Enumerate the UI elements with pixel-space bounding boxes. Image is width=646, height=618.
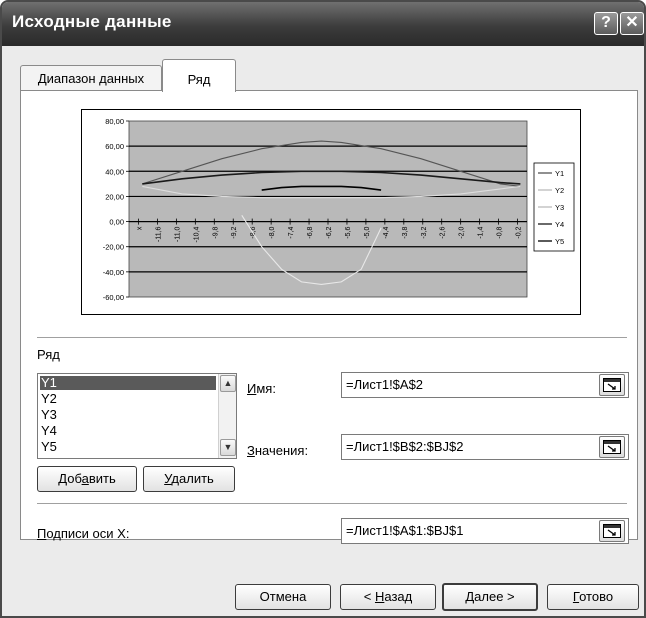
values-field[interactable]: =Лист1!$B$2:$BJ$2 [341, 434, 629, 460]
series-tab-panel: 80,00 60,00 40,00 20,00 0,00 -20,00 -40,00 -60,… [20, 90, 638, 544]
values-range-picker-button[interactable] [599, 436, 625, 458]
add-series-button[interactable]: Добавить [37, 466, 137, 492]
x-tick-label: -1,4 [478, 226, 485, 238]
x-tick-label: x [136, 226, 143, 230]
y-tick-label: -20,00 [103, 243, 124, 252]
help-button[interactable]: ? [594, 12, 618, 35]
x-tick-label: -9,8 [212, 226, 219, 238]
series-list-item[interactable]: Y4 [40, 424, 216, 438]
values-label: Значения: [247, 443, 309, 458]
y-tick-label: 60,00 [105, 142, 124, 151]
back-button[interactable]: < Назад [340, 584, 436, 610]
title-bar[interactable]: Исходные данные ? ✕ [2, 2, 644, 46]
y-tick-label: 20,00 [105, 192, 124, 201]
name-label: Имя: [247, 381, 276, 396]
x-tick-label: -0,2 [516, 226, 523, 238]
source-data-dialog: Исходные данные ? ✕ Диапазон данных Ряд … [0, 0, 646, 618]
series-list-item[interactable]: Y3 [40, 408, 216, 422]
x-tick-label: -0,8 [497, 226, 504, 238]
x-tick-label: -5,6 [345, 226, 352, 238]
range-picker-icon [603, 524, 621, 538]
tab-series[interactable]: Ряд [162, 59, 236, 92]
range-picker-icon [603, 378, 621, 392]
x-tick-label: -3,8 [402, 226, 409, 238]
next-button[interactable]: Далее > [442, 583, 538, 611]
listbox-scrollbar[interactable]: ▲ ▼ [218, 374, 236, 458]
name-field[interactable]: =Лист1!$A$2 [341, 372, 629, 398]
name-range-picker-button[interactable] [599, 374, 625, 396]
x-tick-label: -9,2 [231, 226, 238, 238]
legend-entry: Y5 [555, 237, 564, 246]
divider [37, 503, 627, 504]
x-tick-label: -10,4 [193, 226, 200, 242]
x-labels-label: Подписи оси X: [37, 526, 130, 541]
scroll-down-button[interactable]: ▼ [220, 439, 236, 456]
scroll-up-button[interactable]: ▲ [220, 375, 236, 392]
x-tick-label: -11,0 [174, 226, 181, 242]
x-tick-label: -6,8 [307, 226, 314, 238]
x-tick-label: -4,4 [383, 226, 390, 238]
close-button[interactable]: ✕ [620, 12, 644, 35]
x-tick-label: -11,6 [155, 226, 162, 242]
legend-entry: Y1 [555, 169, 564, 178]
dialog-title: Исходные данные [12, 12, 172, 31]
y-tick-label: 0,00 [109, 218, 124, 227]
y-tick-label: -60,00 [103, 293, 124, 302]
series-list-item[interactable]: Y5 [40, 440, 216, 454]
tab-data-range[interactable]: Диапазон данных [20, 65, 162, 91]
x-labels-range-picker-button[interactable] [599, 520, 625, 542]
series-list-item[interactable]: Y2 [40, 392, 216, 406]
cancel-button[interactable]: Отмена [235, 584, 331, 610]
x-tick-label: -2,0 [459, 226, 466, 238]
x-tick-label: -3,2 [421, 226, 428, 238]
divider [37, 337, 627, 338]
x-tick-label: -5,0 [364, 226, 371, 238]
x-tick-label: -7,4 [288, 226, 295, 238]
series-list-item[interactable]: Y1 [40, 376, 216, 390]
legend-entry: Y2 [555, 186, 564, 195]
y-tick-label: 40,00 [105, 167, 124, 176]
remove-series-button[interactable]: Удалить [143, 466, 235, 492]
legend-entry: Y3 [555, 203, 564, 212]
legend-entry: Y4 [555, 220, 564, 229]
series-listbox[interactable]: Y1 Y2 Y3 Y4 Y5 ▲ ▼ [37, 373, 237, 459]
range-picker-icon [603, 440, 621, 454]
x-tick-label: -2,6 [440, 226, 447, 238]
y-tick-label: -40,00 [103, 268, 124, 277]
x-tick-label: -8,6 [250, 226, 257, 238]
series-section-label: Ряд [37, 347, 60, 362]
chart-preview: 80,00 60,00 40,00 20,00 0,00 -20,00 -40,00 -60,… [81, 109, 581, 315]
x-tick-label: -6,2 [326, 226, 333, 238]
plot-area [128, 120, 528, 298]
y-tick-label: 80,00 [105, 117, 124, 126]
finish-button[interactable]: Готово [547, 584, 639, 610]
chart-svg: 80,00 60,00 40,00 20,00 0,00 -20,00 -40,00 -60,… [103, 117, 575, 302]
x-labels-field[interactable]: =Лист1!$A$1:$BJ$1 [341, 518, 629, 544]
x-tick-label: -8,0 [269, 226, 276, 238]
